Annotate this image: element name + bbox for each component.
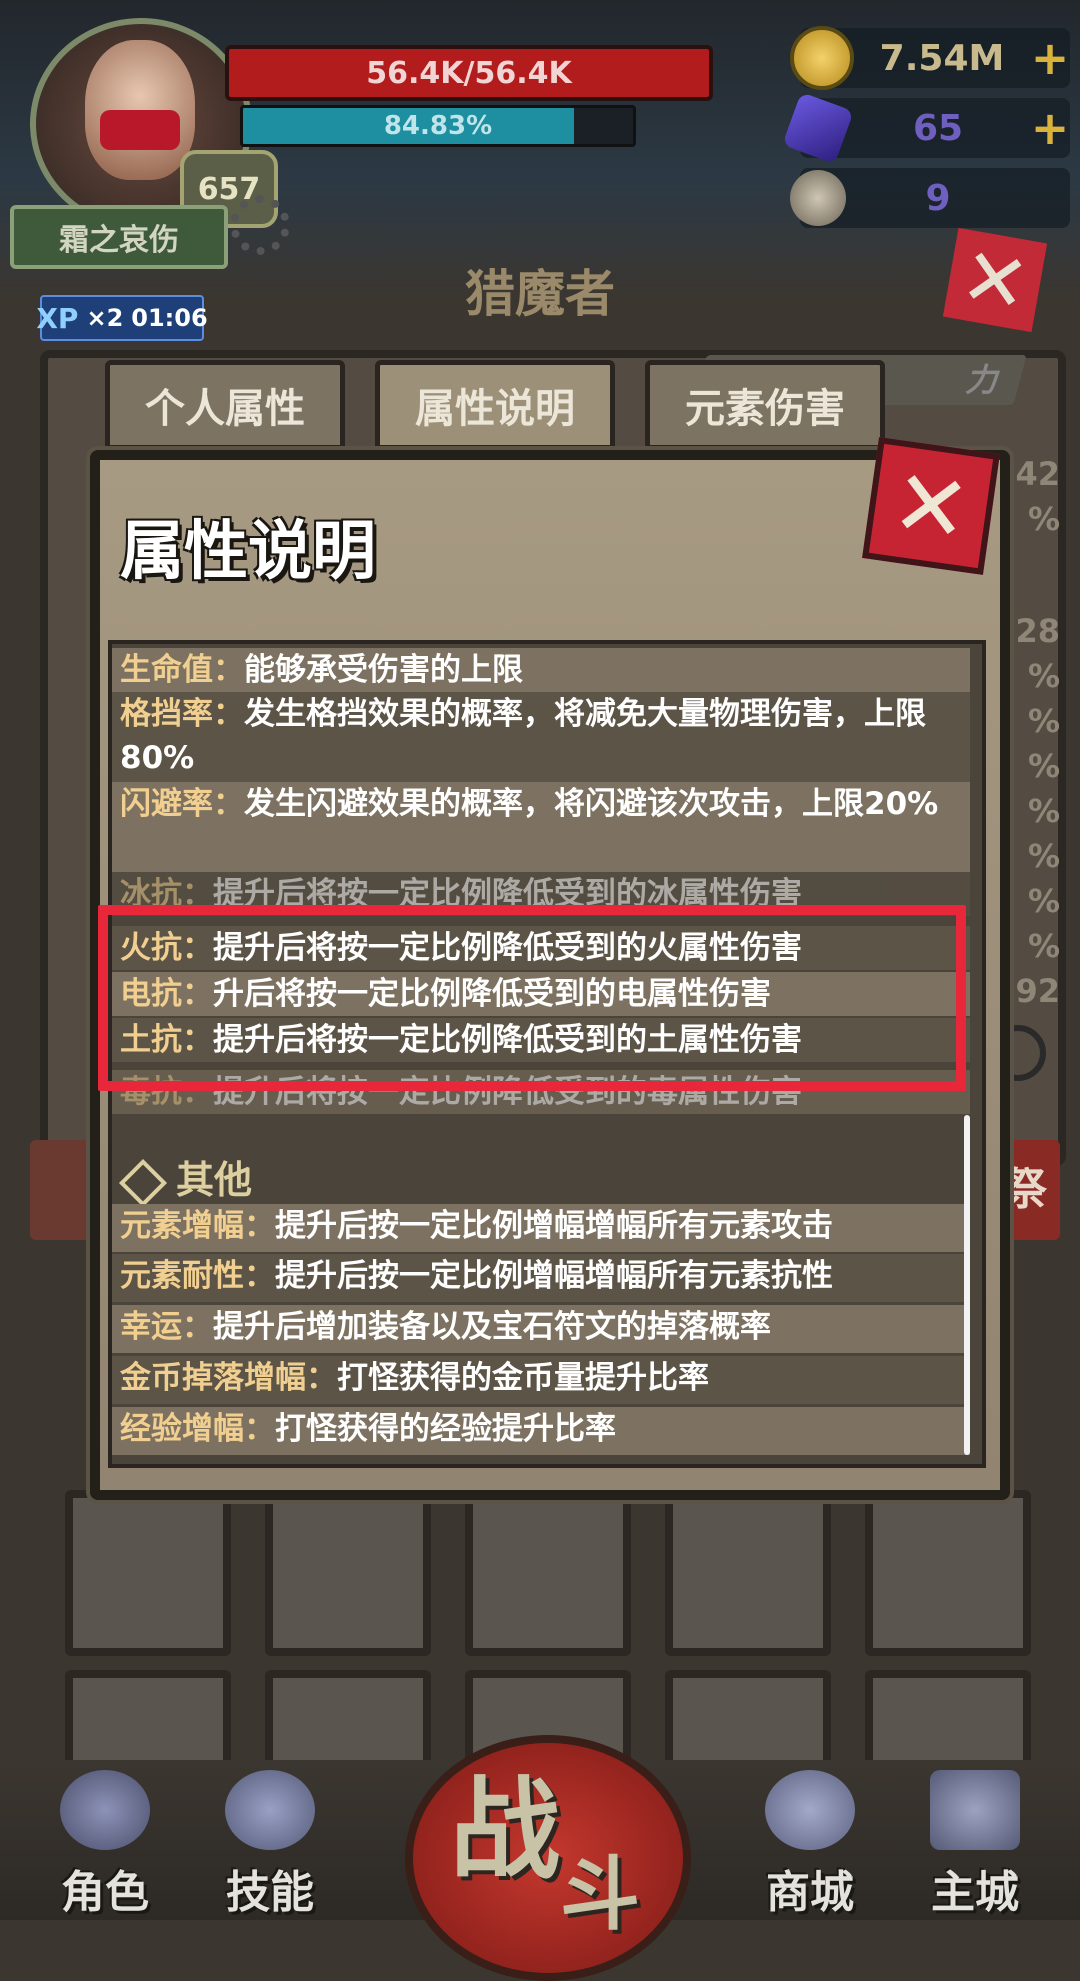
nav-role[interactable]: 角色: [40, 1770, 170, 1920]
nav-main-city[interactable]: 主城: [910, 1770, 1040, 1920]
nav-shop-label: 商城: [766, 1867, 854, 1918]
avatar-mask: [100, 110, 180, 150]
attr-key: 生命值：: [120, 652, 244, 688]
inventory-slot[interactable]: [665, 1490, 831, 1656]
gem-plus-button[interactable]: +: [1030, 101, 1070, 155]
battle-label-1: 战: [450, 1766, 560, 1894]
inventory-slot[interactable]: [65, 1490, 231, 1656]
attr-desc: 提升后按一定比例增幅增幅所有元素抗性: [275, 1258, 833, 1294]
attr-desc: 提升后增加装备以及宝石符文的掉落概率: [213, 1309, 771, 1345]
xp-bar: 84.83%: [240, 105, 636, 147]
ram-skull-icon: [790, 170, 846, 226]
helmet-icon: [60, 1770, 150, 1850]
attr-desc: 发生闪避效果的概率，将闪避该次攻击，上限20%: [244, 786, 939, 822]
modal-title: 属性说明: [120, 515, 376, 589]
list-item: 经验增幅：打怪获得的经验提升比率: [112, 1407, 970, 1455]
resource-skull: 9: [790, 168, 1070, 228]
xp-boost-multiplier: ×2: [86, 304, 124, 332]
section-other-header: 其他: [118, 1149, 253, 1207]
list-item: 元素耐性：提升后按一定比例增幅增幅所有元素抗性: [112, 1254, 970, 1302]
hp-bar: 56.4K/56.4K: [225, 45, 713, 101]
nav-main-city-label: 主城: [931, 1867, 1019, 1918]
list-item: 闪避率：发生闪避效果的概率，将闪避该次攻击，上限20%: [112, 782, 970, 872]
attr-key: 元素增幅：: [120, 1208, 275, 1244]
resource-gold: 7.54M +: [790, 26, 1070, 90]
tab-attribute-description[interactable]: 属性说明: [375, 360, 615, 450]
resource-gem: 65 +: [782, 92, 1070, 164]
xp-boost-timer: 01:06: [131, 304, 208, 332]
castle-icon: [930, 1770, 1020, 1850]
diamond-icon: [118, 1158, 168, 1207]
highlight-box: [98, 905, 966, 1091]
attr-key: 元素耐性：: [120, 1258, 275, 1294]
modal-close-button[interactable]: ✕: [862, 437, 1000, 575]
xp-percent-text: 84.83%: [383, 111, 493, 141]
player-name: 霜之哀伤: [10, 205, 228, 269]
swirl-icon: [225, 1770, 315, 1850]
list-scrollbar[interactable]: [964, 1115, 970, 1455]
battle-label-2: 斗: [560, 1848, 640, 1941]
list-item: 幸运：提升后增加装备以及宝石符文的掉落概率: [112, 1305, 970, 1353]
tab-element-damage[interactable]: 元素伤害: [645, 360, 885, 450]
inventory-slot[interactable]: [865, 1490, 1031, 1656]
gear-icon[interactable]: [230, 195, 290, 255]
inventory-slot[interactable]: [265, 1490, 431, 1656]
window-title: 猎魔者: [465, 265, 615, 323]
attr-desc: 能够承受伤害的上限: [244, 652, 523, 688]
tab-personal-attributes[interactable]: 个人属性: [105, 360, 345, 450]
attr-key: 幸运：: [120, 1309, 213, 1345]
attr-key: 闪避率：: [120, 786, 244, 822]
attr-desc: 提升后按一定比例增幅增幅所有元素攻击: [275, 1208, 833, 1244]
attr-key: 金币掉落增幅：: [120, 1360, 337, 1396]
attr-key: 经验增幅：: [120, 1411, 275, 1447]
gold-coin-icon: [790, 26, 854, 90]
nav-shop[interactable]: 商城: [745, 1770, 875, 1920]
inventory-slot[interactable]: [465, 1490, 631, 1656]
nav-skills[interactable]: 技能: [205, 1770, 335, 1920]
nav-skills-label: 技能: [226, 1867, 314, 1918]
skull-value: 9: [925, 177, 951, 219]
list-item: 金币掉落增幅：打怪获得的金币量提升比率: [112, 1356, 970, 1404]
attr-desc: 打怪获得的金币量提升比率: [337, 1360, 709, 1396]
list-item: 生命值：能够承受伤害的上限: [112, 648, 970, 692]
window-close-button[interactable]: ✕: [942, 227, 1048, 333]
gold-plus-button[interactable]: +: [1030, 31, 1070, 85]
attr-desc: 打怪获得的经验提升比率: [275, 1411, 616, 1447]
xp-boost-badge: XP ×2 01:06: [36, 295, 208, 341]
xp-boost-label: XP: [36, 301, 79, 335]
nav-role-label: 角色: [61, 1867, 149, 1918]
gold-value: 7.54M: [879, 37, 1005, 79]
gem-value: 65: [912, 107, 964, 149]
section-other-label: 其他: [176, 1158, 253, 1202]
attr-key: 格挡率：: [120, 696, 244, 732]
shop-icon: [765, 1770, 855, 1850]
side-tab-left[interactable]: [30, 1140, 90, 1240]
list-item: 元素增幅：提升后按一定比例增幅增幅所有元素攻击: [112, 1204, 970, 1252]
list-item: 格挡率：发生格挡效果的概率，将减免大量物理伤害，上限80%: [112, 692, 970, 782]
